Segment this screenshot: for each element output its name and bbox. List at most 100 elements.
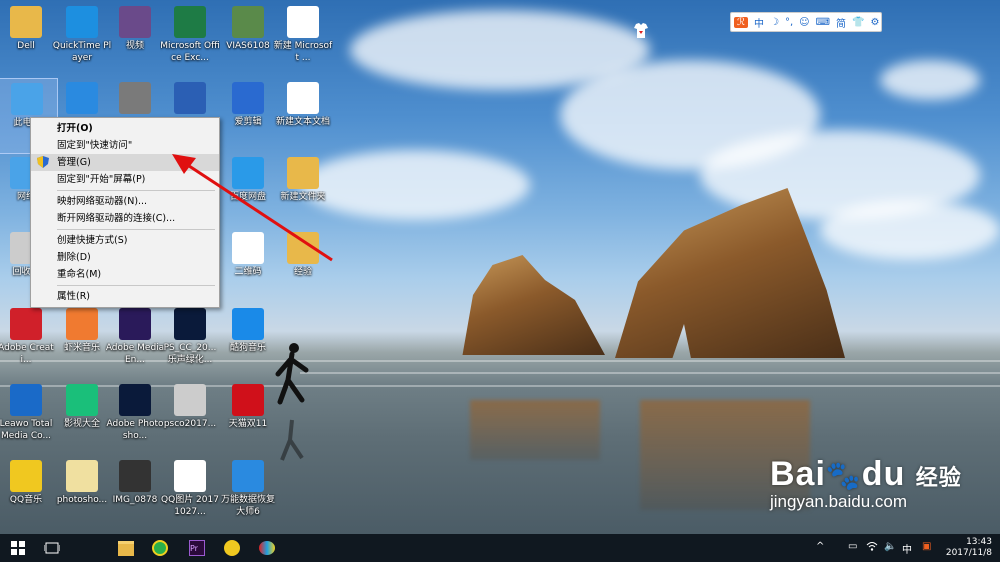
- paw-icon: 🐾: [825, 460, 862, 491]
- photoshop-icon: [119, 384, 151, 416]
- desktop-icon[interactable]: Microsoft Office Exc...: [160, 2, 220, 76]
- qq-music-icon[interactable]: [222, 538, 242, 558]
- desktop-icon-label: Adobe Creati...: [0, 343, 54, 365]
- desktop-icon-label: Dell: [17, 41, 35, 51]
- volume-icon[interactable]: 🔈: [884, 541, 896, 552]
- cloud: [820, 200, 1000, 260]
- desktop-icon[interactable]: Adobe Creati...: [0, 304, 56, 378]
- desktop-icon[interactable]: PS_CC_20... 乐声绿化...: [160, 304, 220, 378]
- desktop-icon-label: 酷狗音乐: [229, 343, 266, 353]
- menu-item-label: 断开网络驱动器的连接(C)...: [57, 213, 176, 224]
- ime-indicator[interactable]: 中: [902, 541, 912, 556]
- xiami-icon: [66, 308, 98, 340]
- desktop-icon-label: 虾米音乐: [63, 343, 100, 353]
- tmall-icon: [232, 384, 264, 416]
- desktop-icon[interactable]: 影视大全: [52, 380, 112, 454]
- battery-icon[interactable]: ▭: [848, 541, 857, 552]
- desktop-icon[interactable]: psco2017...: [160, 380, 220, 454]
- ime-logo-icon[interactable]: ℛ: [734, 16, 748, 28]
- menu-item-label: 重命名(M): [57, 269, 102, 280]
- taskbar: Pr ^ ▭ 🔈 中 ▣ 13:43 2017/11/8: [0, 534, 1000, 562]
- desktop-icon[interactable]: Adobe Media En...: [105, 304, 165, 378]
- photo-icon: [119, 460, 151, 492]
- desktop-icon[interactable]: 视频: [105, 2, 165, 76]
- desktop-icon[interactable]: Dell: [0, 2, 56, 76]
- menu-item-label: 固定到"开始"屏幕(P): [57, 174, 146, 185]
- desktop-icon-label: 天猫双11: [228, 419, 268, 429]
- premiere-icon[interactable]: Pr: [187, 538, 207, 558]
- desktop-icon[interactable]: VIAS6108: [218, 2, 278, 76]
- desktop-icon[interactable]: IMG_0878: [105, 456, 165, 530]
- desktop-icon-label: 爱剪辑: [234, 117, 262, 127]
- ime-item[interactable]: 简: [836, 15, 846, 30]
- baidu-watermark: Bai🐾du 经验 jingyan.baidu.com: [770, 455, 962, 512]
- context-menu-item[interactable]: 打开(O): [31, 120, 219, 137]
- computer-icon: [11, 83, 43, 115]
- tray-expand-icon[interactable]: ^: [816, 541, 824, 552]
- tshirt-icon: [634, 23, 648, 38]
- desktop-icon[interactable]: QQ图片 20171027...: [160, 456, 220, 530]
- desktop-icon[interactable]: Leawo Total Media Co...: [0, 380, 56, 454]
- image-file-icon: [232, 6, 264, 38]
- desktop-icon[interactable]: 万能数据恢复大师6: [218, 456, 278, 530]
- desktop-icon[interactable]: QQ音乐: [0, 456, 56, 530]
- menu-item-label: 属性(R): [57, 291, 91, 302]
- small-rock: [462, 255, 605, 355]
- task-view-icon[interactable]: [42, 538, 62, 558]
- desktop-icon-label: Adobe Media En...: [105, 343, 165, 365]
- desktop-icon-label: IMG_0878: [112, 495, 158, 505]
- ime-item[interactable]: ⚙: [870, 17, 879, 28]
- context-menu-item[interactable]: 属性(R): [31, 288, 219, 305]
- time-text: 13:43: [966, 537, 992, 547]
- desktop-icon-label: 新建文本文档: [275, 117, 330, 127]
- paint-icon[interactable]: [257, 538, 277, 558]
- annotation-arrow: [172, 154, 333, 262]
- desktop-icon-label: 新建 Microsoft ...: [273, 41, 333, 63]
- clock[interactable]: 13:43 2017/11/8: [946, 537, 992, 559]
- creative-cloud-icon: [10, 308, 42, 340]
- photo-icon: [119, 82, 151, 114]
- menu-item-label: 打开(O): [57, 123, 93, 134]
- file-explorer-icon[interactable]: [116, 538, 136, 558]
- ime-item[interactable]: ☺: [799, 17, 809, 28]
- image-file-icon: [174, 460, 206, 492]
- kugou-icon: [232, 308, 264, 340]
- video-editor-icon: [232, 82, 264, 114]
- desktop-icon[interactable]: 虾米音乐: [52, 304, 112, 378]
- input-method-bar[interactable]: ℛ 中 ☽ °, ☺ ⌨ 简 👕 ⚙: [730, 12, 882, 32]
- desktop-icon[interactable]: 天猫双11: [218, 380, 278, 454]
- folder-user-icon: [10, 6, 42, 38]
- desktop-icon[interactable]: 酷狗音乐: [218, 304, 278, 378]
- ime-tray-icon[interactable]: ▣: [922, 541, 931, 552]
- leawo-icon: [10, 384, 42, 416]
- ime-item[interactable]: ☽: [770, 17, 779, 28]
- desktop-icon-label: Microsoft Office Exc...: [160, 41, 220, 63]
- desktop-icon[interactable]: photosho...: [52, 456, 112, 530]
- date-text: 2017/11/8: [945, 548, 992, 558]
- desktop-icon[interactable]: QuickTime Player: [52, 2, 112, 76]
- desktop-icon[interactable]: 新建 Microsoft ...: [273, 2, 333, 76]
- desktop-icon-label: QuickTime Player: [52, 41, 112, 63]
- ime-item[interactable]: 中: [754, 15, 764, 30]
- ime-item[interactable]: °,: [785, 17, 793, 28]
- desktop-icon-label: PS_CC_20... 乐声绿化...: [163, 343, 217, 365]
- desktop-icon-label: 万能数据恢复大师6: [220, 495, 275, 517]
- ime-item[interactable]: 👕: [852, 17, 864, 28]
- word-icon: [174, 82, 206, 114]
- document-icon: [287, 6, 319, 38]
- ime-item[interactable]: ⌨: [816, 17, 830, 28]
- desktop-icon[interactable]: Adobe Photosho...: [105, 380, 165, 454]
- qq-icon: [66, 82, 98, 114]
- wave: [300, 372, 1000, 374]
- 360-browser-icon[interactable]: [150, 538, 170, 558]
- rock-reflection: [470, 400, 600, 460]
- excel-icon: [174, 6, 206, 38]
- menu-item-label: 创建快捷方式(S): [57, 235, 128, 246]
- desktop-icon-label: 视频: [125, 41, 144, 51]
- menu-item-label: 固定到"快速访问": [57, 140, 133, 151]
- cloud: [880, 60, 980, 100]
- desktop-icon-label: QQ音乐: [9, 495, 43, 505]
- wifi-icon[interactable]: [866, 541, 878, 554]
- start-icon[interactable]: [8, 538, 28, 558]
- installer-icon: [174, 384, 206, 416]
